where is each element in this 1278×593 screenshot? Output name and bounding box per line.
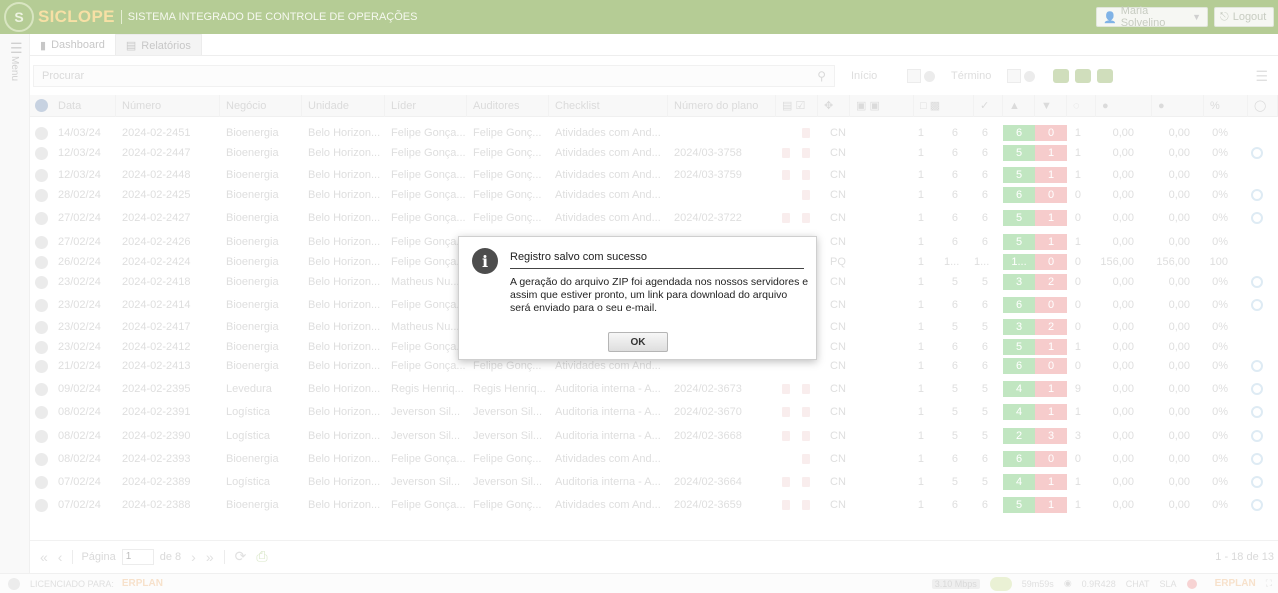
ok-button[interactable]: OK (608, 332, 668, 352)
dialog-message: A geração do arquivo ZIP foi agendada no… (510, 276, 809, 314)
page: S SICLOPE SISTEMA INTEGRADO DE CONTROLE … (0, 0, 1278, 593)
dialog-title: Registro salvo com sucesso (510, 251, 804, 269)
info-icon: i (472, 248, 498, 274)
success-dialog: i Registro salvo com sucesso A geração d… (458, 236, 817, 360)
